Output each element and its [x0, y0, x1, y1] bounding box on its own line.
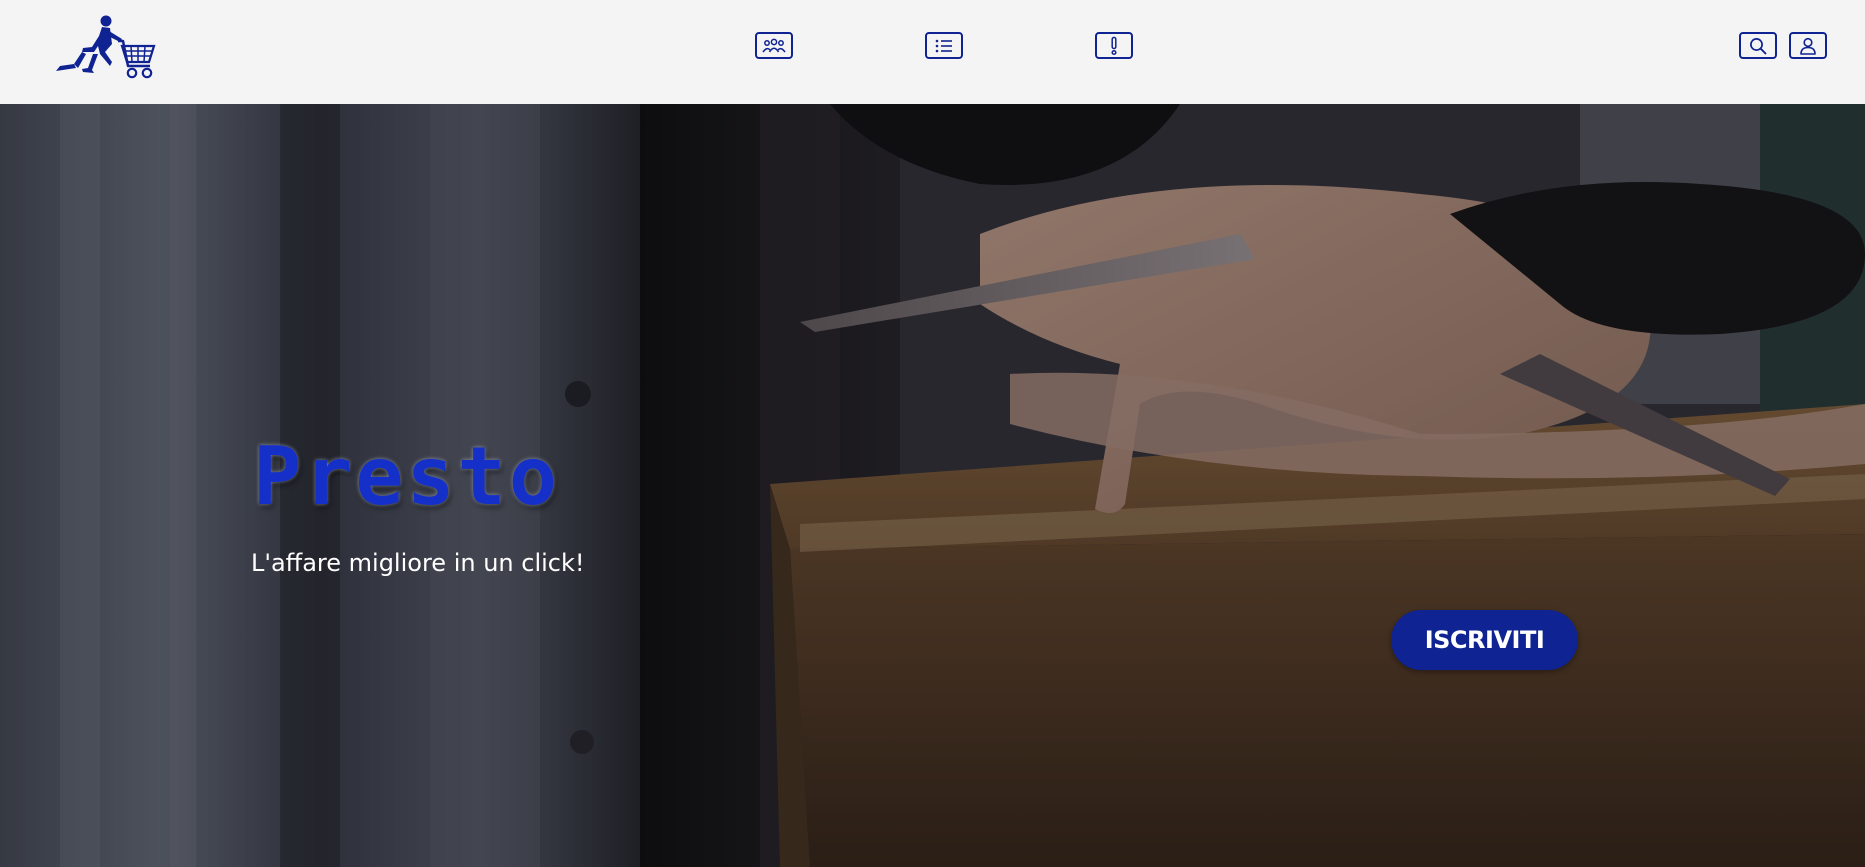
signup-button[interactable]: ISCRIVITI	[1391, 610, 1578, 670]
search-icon	[1750, 37, 1767, 54]
running-shopper-cart-logo	[56, 15, 156, 79]
page: Presto L'affare migliore in un click! IS…	[0, 0, 1865, 867]
group-button[interactable]	[755, 32, 793, 59]
user-icon	[1800, 37, 1816, 55]
home-logo-link[interactable]	[52, 14, 156, 88]
user-button[interactable]	[1789, 32, 1827, 59]
group-icon	[762, 38, 786, 52]
list-icon	[935, 39, 952, 52]
navbar	[0, 0, 1865, 104]
list-button[interactable]	[925, 32, 963, 59]
search-button[interactable]	[1739, 32, 1777, 59]
hero-subtitle: L'affare migliore in un click!	[251, 549, 585, 577]
hero-title: Presto	[253, 430, 560, 523]
info-button[interactable]	[1095, 32, 1133, 59]
exclamation-icon	[1111, 36, 1117, 55]
hero-section: Presto L'affare migliore in un click! IS…	[0, 104, 1865, 867]
